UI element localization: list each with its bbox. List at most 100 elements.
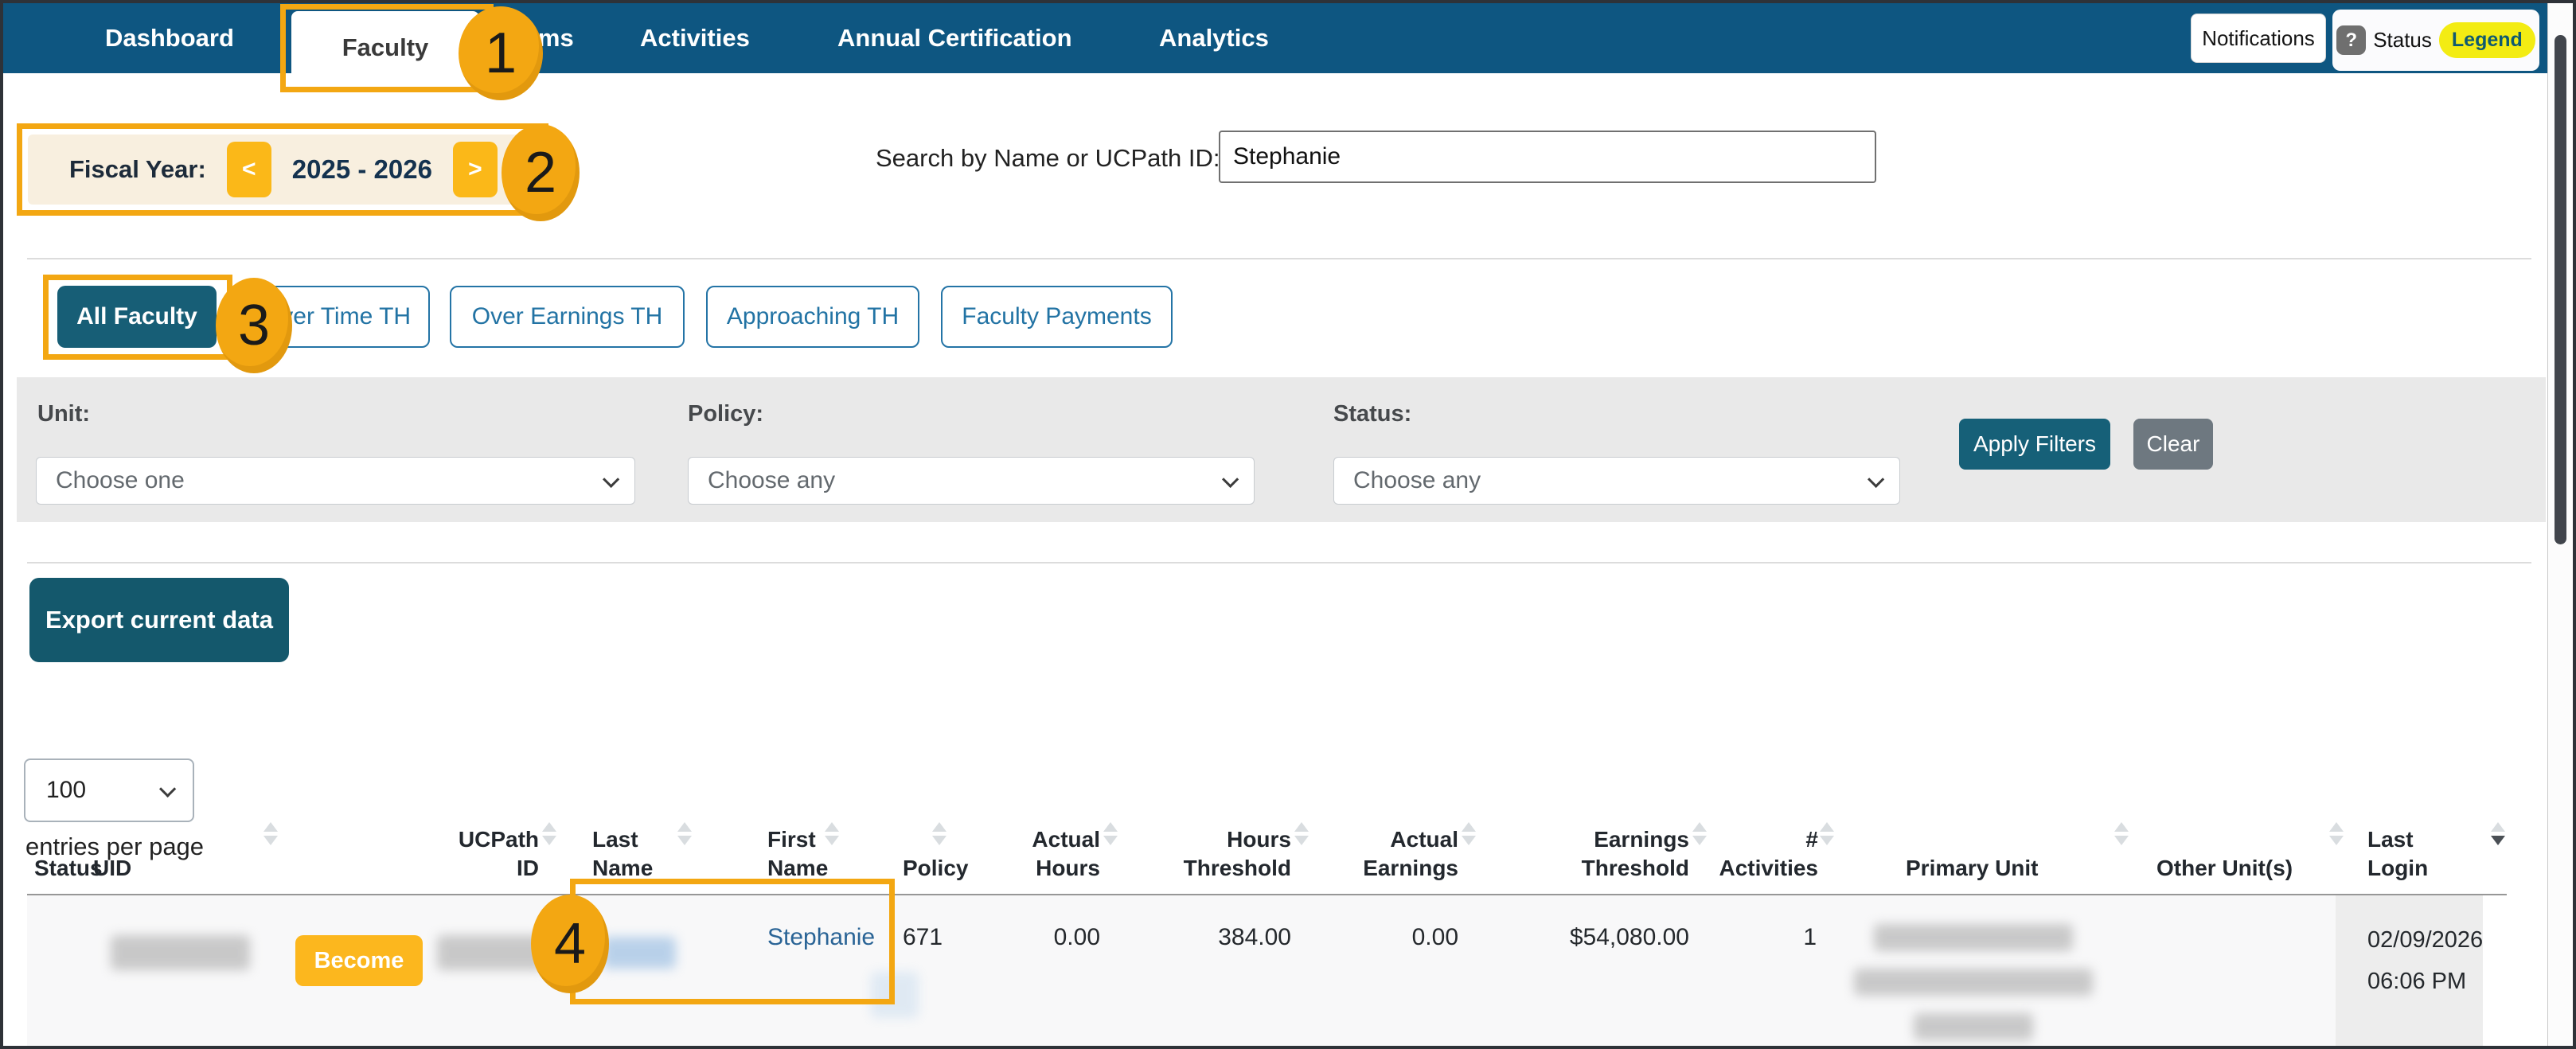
policy-dropdown[interactable]: Choose any: [688, 457, 1255, 505]
col-header-uid-label: UID: [93, 856, 131, 880]
clear-filters-button[interactable]: Clear: [2133, 419, 2213, 470]
cell-last-login: 02/09/2026 06:06 PM: [2336, 895, 2483, 1049]
last-login-time: 06:06 PM: [2367, 961, 2483, 1002]
col-header-ucpath-label: UCPath ID: [459, 827, 539, 880]
col-header-actual-hours-label: Actual Hours: [1032, 827, 1100, 880]
col-header-status[interactable]: Status: [27, 787, 87, 895]
annotation-callout-4: 4: [531, 895, 609, 993]
fiscal-year-panel: Fiscal Year: < 2025 - 2026 >: [28, 135, 537, 205]
fiscal-year-value: 2025 - 2026: [292, 154, 432, 185]
tab-faculty-payments[interactable]: Faculty Payments: [941, 286, 1173, 348]
col-header-hours-threshold[interactable]: Hours Threshold: [1110, 787, 1301, 895]
cell-other-units: [2121, 895, 2336, 1049]
redacted-primary-unit: [1874, 924, 2073, 951]
cell-become: Become: [270, 895, 437, 1049]
annotation-callout-3: 3: [216, 278, 292, 373]
status-filter-label: Status:: [1333, 401, 1411, 427]
search-label: Search by Name or UCPath ID:: [876, 144, 1220, 173]
col-header-lastname-label: Last Name: [592, 827, 653, 880]
nav-analytics[interactable]: Analytics: [1159, 3, 1269, 73]
divider-middle: [27, 562, 2531, 563]
col-header-primary-unit-label: Primary Unit: [1906, 856, 2039, 880]
redacted-ucpath-id: [437, 935, 544, 970]
col-header-primary-unit[interactable]: Primary Unit: [1826, 787, 2121, 895]
annotation-callout-1: 1: [459, 6, 543, 100]
col-header-become: [270, 787, 437, 895]
filter-panel: Unit: Choose one Policy: Choose any Stat…: [17, 377, 2546, 522]
export-current-data-button[interactable]: Export current data: [29, 578, 289, 662]
col-header-last-name[interactable]: Last Name: [548, 787, 684, 895]
fiscal-year-next-button[interactable]: >: [453, 142, 498, 197]
help-icon: ?: [2336, 25, 2366, 55]
search-input[interactable]: [1219, 131, 1876, 183]
col-header-other-units[interactable]: Other Unit(s): [2121, 787, 2336, 895]
redacted-detail: [871, 972, 919, 1018]
cell-num-activities: 1: [1699, 895, 1826, 1049]
cell-ucpath-id: [437, 895, 548, 1049]
redacted-uid: [111, 935, 250, 970]
col-header-ucpath-id[interactable]: UCPath ID: [437, 787, 548, 895]
first-name-link[interactable]: Stephanie: [767, 924, 875, 950]
col-header-last-login[interactable]: Last Login: [2336, 787, 2483, 895]
sort-indicator-icon: [2491, 822, 2505, 845]
nav-dashboard[interactable]: Dashboard: [105, 3, 234, 73]
cell-hours-threshold: 384.00: [1110, 895, 1301, 1049]
apply-filters-button[interactable]: Apply Filters: [1959, 419, 2110, 470]
redacted-primary-unit: [1854, 969, 2093, 996]
divider-top: [27, 258, 2531, 259]
notifications-button[interactable]: Notifications: [2191, 14, 2326, 63]
fiscal-year-label: Fiscal Year:: [69, 155, 206, 184]
nav-annual-certification[interactable]: Annual Certification: [837, 3, 1072, 73]
scrollbar-thumb[interactable]: [2555, 35, 2566, 544]
annotation-callout-2: 2: [502, 124, 580, 221]
tab-approaching-th[interactable]: Approaching TH: [706, 286, 919, 348]
col-header-sort-indicator[interactable]: [2483, 787, 2507, 895]
status-label: Status: [2373, 28, 2432, 53]
table-header-row: Status UID UCPath ID Last Name First Nam…: [27, 787, 2507, 895]
last-login-date: 02/09/2026: [2367, 919, 2483, 961]
cell-first-name: Stephanie: [684, 895, 831, 1049]
cell-earnings-threshold: $54,080.00: [1468, 895, 1699, 1049]
col-header-first-name[interactable]: First Name: [684, 787, 831, 895]
faculty-table: Status UID UCPath ID Last Name First Nam…: [27, 787, 2507, 1049]
cell-status: [27, 895, 87, 1049]
cell-actual-earnings: 0.00: [1301, 895, 1468, 1049]
cell-sort-spacer: [2483, 895, 2507, 1049]
table-row: Become Stephanie 671 0.00 384.00 0.00 $5…: [27, 895, 2507, 1049]
cell-primary-unit: [1826, 895, 2121, 1049]
col-header-hours-threshold-label: Hours Threshold: [1184, 827, 1291, 880]
policy-filter-label: Policy:: [688, 401, 763, 427]
unit-filter-label: Unit:: [37, 401, 90, 427]
become-button[interactable]: Become: [295, 935, 423, 986]
col-header-num-activities[interactable]: # Activities: [1699, 787, 1826, 895]
chevron-down-icon: [603, 470, 619, 487]
col-header-firstname-label: First Name: [767, 827, 828, 880]
chevron-down-icon: [1868, 470, 1884, 487]
nav-faculty-active-tab[interactable]: Faculty: [291, 11, 479, 89]
status-dropdown[interactable]: Choose any: [1333, 457, 1900, 505]
fiscal-year-prev-button[interactable]: <: [227, 142, 271, 197]
tab-over-earnings-th[interactable]: Over Earnings TH: [450, 286, 685, 348]
chevron-down-icon: [1222, 470, 1239, 487]
status-dropdown-value: Choose any: [1353, 467, 1481, 494]
legend-badge: Legend: [2439, 22, 2535, 58]
status-legend-button[interactable]: ? Status Legend: [2332, 10, 2539, 71]
col-header-uid[interactable]: UID: [87, 787, 270, 895]
col-header-other-units-label: Other Unit(s): [2156, 856, 2293, 880]
vertical-scrollbar[interactable]: [2547, 3, 2573, 1046]
col-header-actual-earnings-label: Actual Earnings: [1363, 827, 1458, 880]
col-header-actual-earnings[interactable]: Actual Earnings: [1301, 787, 1468, 895]
cell-uid: [87, 895, 270, 1049]
policy-dropdown-value: Choose any: [708, 467, 835, 494]
col-header-actual-hours[interactable]: Actual Hours: [939, 787, 1110, 895]
unit-dropdown[interactable]: Choose one: [36, 457, 635, 505]
app-frame: Dashboard Forms Activities Annual Certif…: [0, 0, 2576, 1049]
redacted-last-name-link[interactable]: [603, 937, 676, 969]
cell-actual-hours: 0.00: [939, 895, 1110, 1049]
col-header-earnings-threshold[interactable]: Earnings Threshold: [1468, 787, 1699, 895]
nav-activities[interactable]: Activities: [640, 3, 750, 73]
tab-all-faculty[interactable]: All Faculty: [57, 286, 217, 348]
redacted-primary-unit: [1914, 1013, 2033, 1040]
col-header-policy[interactable]: Policy: [831, 787, 939, 895]
col-header-earnings-threshold-label: Earnings Threshold: [1582, 827, 1689, 880]
